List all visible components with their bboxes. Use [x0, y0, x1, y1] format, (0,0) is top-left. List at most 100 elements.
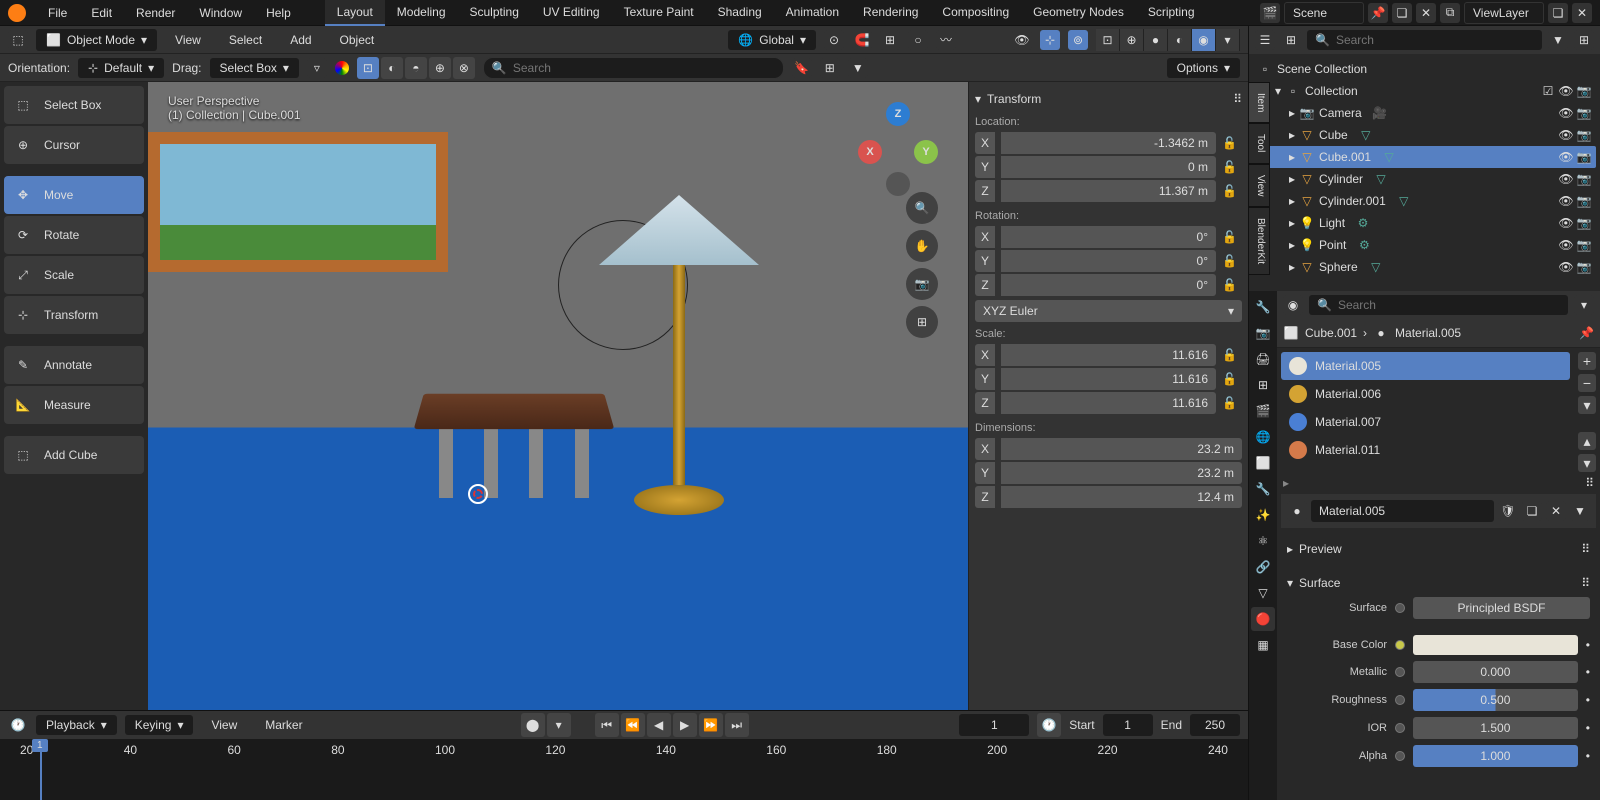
tool-rotate[interactable]: ⟳Rotate: [4, 216, 144, 254]
snap-target-icon[interactable]: ⊞: [880, 30, 900, 50]
dot-icon[interactable]: •: [1586, 721, 1590, 735]
camera-render-icon[interactable]: 📷: [1576, 106, 1592, 120]
out-display-icon[interactable]: ⊞: [1281, 30, 1301, 50]
chevron-down-icon[interactable]: ▾: [1275, 84, 1281, 98]
ptab-object-icon[interactable]: ⬜: [1251, 451, 1275, 475]
drag-tri-icon[interactable]: ▿: [307, 58, 327, 78]
lock-icon[interactable]: 🔓: [1222, 184, 1242, 198]
node-socket-icon[interactable]: [1395, 640, 1405, 650]
menu-render[interactable]: Render: [126, 2, 185, 24]
lock-icon[interactable]: 🔓: [1222, 372, 1242, 386]
orientation-select[interactable]: 🌐 Global ▾: [728, 30, 816, 50]
menu-window[interactable]: Window: [189, 2, 252, 24]
tool-scale[interactable]: ⤢Scale: [4, 256, 144, 294]
filter2-icon[interactable]: ▼: [848, 58, 868, 78]
tool-select-box[interactable]: ⬚Select Box: [4, 86, 144, 124]
ws-scripting[interactable]: Scripting: [1136, 0, 1207, 26]
ortho-nav-icon[interactable]: ⊞: [906, 306, 938, 338]
scene-browse-icon[interactable]: 🎬: [1260, 3, 1280, 23]
prop-curve-icon[interactable]: 〰: [936, 30, 956, 50]
eye-icon[interactable]: 👁: [1558, 128, 1574, 142]
tool-measure[interactable]: 📐Measure: [4, 386, 144, 424]
prop-search[interactable]: 🔍: [1309, 295, 1568, 315]
filter1-icon[interactable]: ⊞: [820, 58, 840, 78]
roughness-field[interactable]: 0.500: [1413, 689, 1578, 711]
basecolor-swatch[interactable]: [1413, 635, 1578, 655]
metallic-field[interactable]: 0.000: [1413, 661, 1578, 683]
checkbox-icon[interactable]: ☑: [1540, 84, 1556, 98]
ntab-tool[interactable]: Tool: [1248, 123, 1270, 163]
eye-icon[interactable]: 👁: [1558, 84, 1574, 98]
autokey-icon[interactable]: ⬤: [521, 713, 545, 737]
grip-icon[interactable]: ⠿: [1233, 92, 1242, 106]
pan-nav-icon[interactable]: ✋: [906, 230, 938, 262]
ntab-blenderkit[interactable]: BlenderKit: [1248, 207, 1270, 275]
chevron-right-icon[interactable]: ▸: [1289, 172, 1295, 186]
mat-unlink-icon[interactable]: ✕: [1546, 501, 1566, 521]
eye-icon[interactable]: 👁: [1558, 150, 1574, 164]
rainbow-icon[interactable]: [335, 61, 349, 75]
eye-icon[interactable]: 👁: [1558, 238, 1574, 252]
scene-delete-icon[interactable]: ✕: [1416, 3, 1436, 23]
lock-icon[interactable]: 🔓: [1222, 348, 1242, 362]
out-mode-icon[interactable]: ☰: [1255, 30, 1275, 50]
shade-dropdown-icon[interactable]: ▾: [1216, 29, 1240, 51]
lock-icon[interactable]: 🔓: [1222, 230, 1242, 244]
rendered-icon[interactable]: ◉: [1192, 29, 1216, 51]
ptab-physics-icon[interactable]: ⚛: [1251, 529, 1275, 553]
zoom-nav-icon[interactable]: 🔍: [906, 192, 938, 224]
tl-view[interactable]: View: [201, 714, 247, 736]
snap2-icon[interactable]: ◐: [381, 57, 403, 79]
scale-y-field[interactable]: 11.616: [1001, 368, 1216, 390]
viewlayer-delete-icon[interactable]: ✕: [1572, 3, 1592, 23]
scale-z-field[interactable]: 11.616: [1001, 392, 1216, 414]
visibility-icon[interactable]: 👁: [1012, 30, 1032, 50]
wireframe-icon[interactable]: ⊕: [1120, 29, 1144, 51]
chevron-right-icon[interactable]: ▸: [1289, 260, 1295, 274]
mat-expand-indicator[interactable]: ▸ ⠿: [1277, 476, 1600, 490]
dot-icon[interactable]: •: [1586, 693, 1590, 707]
scale-x-field[interactable]: 11.616: [1001, 344, 1216, 366]
drag-dropdown[interactable]: Select Box ▾: [210, 58, 299, 78]
camera-render-icon[interactable]: 📷: [1576, 150, 1592, 164]
preview-range-icon[interactable]: 🕐: [1037, 713, 1061, 737]
nav-gizmo[interactable]: Z X Y: [858, 102, 938, 182]
ws-geonodes[interactable]: Geometry Nodes: [1021, 0, 1136, 26]
jump-start-icon[interactable]: ⏮: [595, 713, 619, 737]
ws-modeling[interactable]: Modeling: [385, 0, 458, 26]
rotation-mode-select[interactable]: XYZ Euler ▾: [975, 300, 1242, 322]
tree-item-cube-001[interactable]: ▸▽Cube.001▽👁📷: [1253, 146, 1596, 168]
mat-nodewrangler-icon[interactable]: ▼: [1570, 501, 1590, 521]
surface-section[interactable]: ▾Surface⠿: [1287, 572, 1590, 594]
ptab-world-icon[interactable]: 🌐: [1251, 425, 1275, 449]
snap-toggle-icon[interactable]: 🧲: [852, 30, 872, 50]
overlays-icon[interactable]: ⊚: [1068, 30, 1088, 50]
ptab-material-icon[interactable]: 🔴: [1251, 607, 1275, 631]
eye-icon[interactable]: 👁: [1558, 172, 1574, 186]
tl-playback[interactable]: Playback ▾: [36, 715, 117, 735]
loc-z-field[interactable]: 11.367 m: [1001, 180, 1216, 202]
dot-icon[interactable]: •: [1586, 638, 1590, 652]
rot-z-field[interactable]: 0°: [1001, 274, 1216, 296]
outliner-search[interactable]: 🔍: [1307, 30, 1542, 50]
eye-icon[interactable]: 👁: [1558, 194, 1574, 208]
xray-icon[interactable]: ⊡: [1096, 29, 1120, 51]
ws-rendering[interactable]: Rendering: [851, 0, 930, 26]
viewport-3d[interactable]: User Perspective (1) Collection | Cube.0…: [148, 82, 968, 710]
scene-pin-icon[interactable]: 📌: [1368, 3, 1388, 23]
ptab-output-icon[interactable]: 🖨: [1251, 347, 1275, 371]
outliner-tree[interactable]: ▫ Scene Collection ▾ ▫ Collection ☑👁📷 ▸📷…: [1249, 54, 1600, 291]
eye-icon[interactable]: 👁: [1558, 216, 1574, 230]
camera-nav-icon[interactable]: 📷: [906, 268, 938, 300]
chevron-right-icon[interactable]: ▸: [1289, 216, 1295, 230]
alpha-field[interactable]: 1.000: [1413, 745, 1578, 767]
viewlayer-new-icon[interactable]: ❏: [1548, 3, 1568, 23]
material-slot-3[interactable]: Material.011: [1281, 436, 1570, 464]
node-socket-icon[interactable]: [1395, 723, 1405, 733]
ws-sculpting[interactable]: Sculpting: [458, 0, 531, 26]
rot-y-field[interactable]: 0°: [1001, 250, 1216, 272]
ntab-item[interactable]: Item: [1248, 82, 1270, 123]
tree-collection[interactable]: ▾ ▫ Collection ☑👁📷: [1253, 80, 1596, 102]
mat-new-icon[interactable]: ❏: [1522, 501, 1542, 521]
end-frame-field[interactable]: 250: [1190, 714, 1240, 736]
